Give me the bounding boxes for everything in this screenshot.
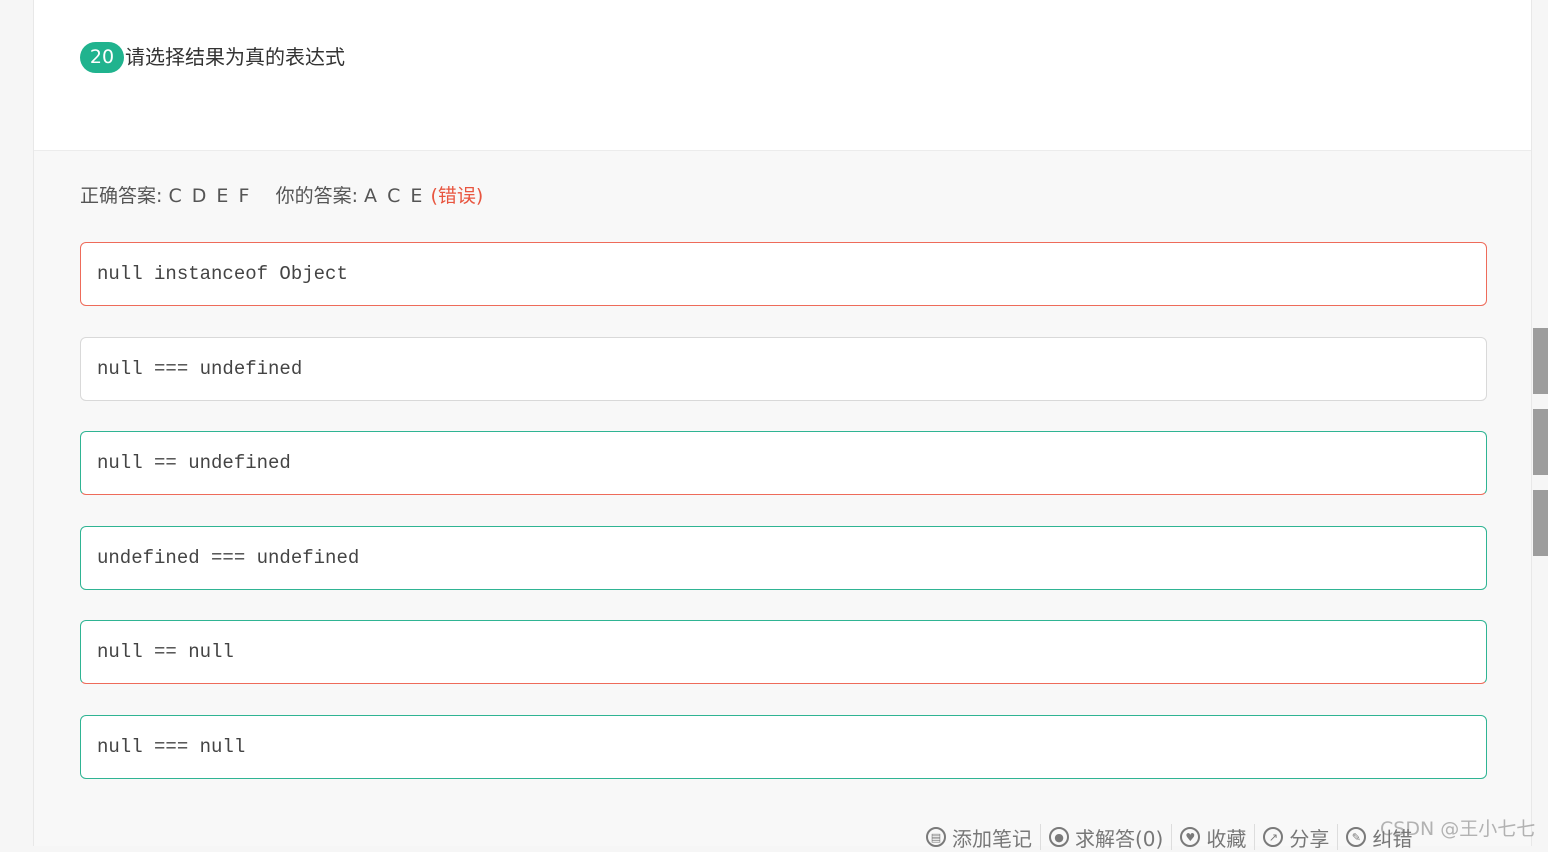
watermark: CSDN @王小七七: [1380, 818, 1536, 840]
left-gutter: [0, 0, 34, 846]
correct-answer-value: C D E F: [168, 185, 252, 207]
your-answer-label: 你的答案:: [275, 185, 358, 207]
question-text: 请选择结果为真的表达式: [125, 45, 345, 69]
add-note-button[interactable]: ▤ 添加笔记: [926, 824, 1041, 851]
answer-status: (错误): [430, 185, 484, 207]
option-d[interactable]: undefined === undefined: [80, 526, 1487, 590]
question-header: 20 请选择结果为真的表达式: [34, 0, 1531, 151]
option-f[interactable]: null === null: [80, 715, 1487, 779]
answer-summary: 正确答案: C D E F 你的答案: A C E (错误): [80, 181, 483, 211]
option-c-text: null == undefined: [97, 452, 291, 474]
option-c[interactable]: null == undefined: [80, 431, 1487, 495]
side-scroll-marker-3[interactable]: [1533, 490, 1548, 556]
option-a-text: null instanceof Object: [97, 263, 348, 285]
option-b-text: null === undefined: [97, 358, 303, 380]
option-e-text: null == null: [97, 641, 234, 663]
favorite-label: 收藏: [1206, 826, 1247, 851]
edit-icon: ✎: [1346, 827, 1367, 847]
chat-bubble-icon: ●: [1049, 827, 1069, 847]
book-icon: ▤: [926, 827, 946, 847]
favorite-button[interactable]: ♥ 收藏: [1180, 824, 1256, 851]
ask-answer-button[interactable]: ● 求解答(0): [1049, 824, 1173, 851]
option-b[interactable]: null === undefined: [80, 337, 1487, 401]
share-button[interactable]: ↗ 分享: [1263, 824, 1339, 851]
your-answer-value: A C E: [364, 185, 425, 207]
ask-answer-label: 求解答(0): [1075, 826, 1164, 851]
side-scroll-marker-1[interactable]: [1533, 328, 1548, 394]
question-card: 20 请选择结果为真的表达式 正确答案: C D E F 你的答案: A C E…: [34, 0, 1532, 846]
option-a[interactable]: null instanceof Object: [80, 242, 1487, 306]
share-icon: ↗: [1263, 827, 1284, 847]
side-scroll-marker-2[interactable]: [1533, 409, 1548, 475]
option-d-text: undefined === undefined: [97, 547, 360, 569]
option-f-text: null === null: [97, 736, 246, 758]
action-bar: ▤ 添加笔记 ● 求解答(0) ♥ 收藏 ↗ 分享 ✎ 纠错: [926, 822, 1428, 852]
share-label: 分享: [1289, 826, 1330, 851]
question-number-badge: 20: [80, 42, 124, 73]
option-e[interactable]: null == null: [80, 620, 1487, 684]
heart-icon: ♥: [1180, 827, 1201, 847]
add-note-label: 添加笔记: [952, 826, 1032, 851]
correct-answer-label: 正确答案:: [80, 185, 163, 207]
